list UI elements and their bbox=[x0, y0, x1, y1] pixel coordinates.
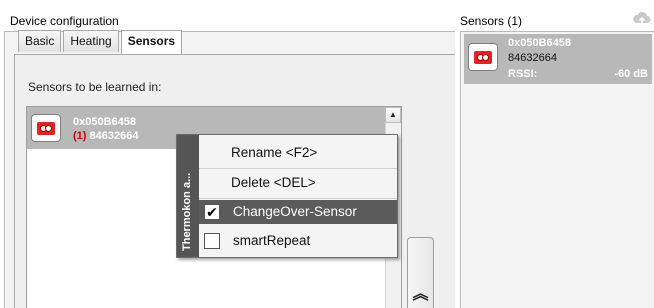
sensors-list[interactable]: 0x050B6458 84632664 RSSI: -60 dB bbox=[460, 31, 654, 308]
menu-item-rename[interactable]: Rename <F2> bbox=[199, 141, 397, 165]
device-configuration-title: Device configuration bbox=[10, 14, 119, 28]
sensor-device-icon bbox=[31, 114, 61, 142]
context-menu-sidebar: Thermokon a... bbox=[177, 135, 199, 257]
sensor-serial: 84632664 bbox=[89, 130, 139, 142]
menu-item-label: Rename <F2> bbox=[231, 145, 318, 160]
config-tabs: Basic Heating Sensors bbox=[18, 30, 184, 54]
sensor-id: 0x050B6458 bbox=[73, 116, 137, 128]
rssi-value: -60 dB bbox=[614, 68, 648, 80]
move-up-button[interactable]: ︽ bbox=[407, 237, 434, 308]
tab-sensors[interactable]: Sensors bbox=[120, 30, 183, 54]
sensor-serial-line: (1) 84632664 bbox=[73, 130, 138, 142]
menu-item-delete[interactable]: Delete <DEL> bbox=[199, 171, 397, 195]
sensors-panel-title: Sensors (1) bbox=[460, 14, 523, 28]
sensor-flag: (1) bbox=[73, 130, 87, 142]
context-menu-side-label: Thermokon a... bbox=[181, 172, 193, 251]
tab-basic[interactable]: Basic bbox=[18, 30, 62, 52]
rssi-label: RSSI: bbox=[508, 68, 538, 80]
tab-heating[interactable]: Heating bbox=[63, 30, 119, 52]
menu-separator bbox=[199, 168, 397, 169]
menu-item-smart-repeat[interactable]: smartRepeat bbox=[199, 229, 397, 253]
sensor-serial: 84632664 bbox=[508, 52, 557, 64]
menu-item-label: ChangeOver-Sensor bbox=[233, 204, 357, 219]
list-item[interactable]: 0x050B6458 84632664 RSSI: -60 dB bbox=[464, 34, 652, 84]
checkbox-unchecked-icon[interactable] bbox=[204, 233, 220, 249]
cloud-upload-icon[interactable] bbox=[632, 9, 652, 27]
sensor-device-icon bbox=[468, 43, 498, 71]
menu-separator bbox=[199, 198, 397, 199]
double-chevron-up-icon: ︽ bbox=[412, 286, 429, 303]
menu-item-label: Delete <DEL> bbox=[231, 175, 316, 190]
sensors-to-learn-label: Sensors to be learned in: bbox=[28, 80, 162, 94]
chevron-up-icon[interactable]: ▲ bbox=[385, 107, 401, 123]
sensor-context-menu: Thermokon a... Rename <F2> Delete <DEL> … bbox=[176, 134, 398, 258]
menu-item-changeover-sensor[interactable]: ✔ ChangeOver-Sensor bbox=[199, 200, 397, 224]
checkbox-checked-icon[interactable]: ✔ bbox=[204, 204, 220, 220]
menu-item-label: smartRepeat bbox=[233, 233, 311, 248]
sensor-id: 0x050B6458 bbox=[508, 37, 572, 49]
